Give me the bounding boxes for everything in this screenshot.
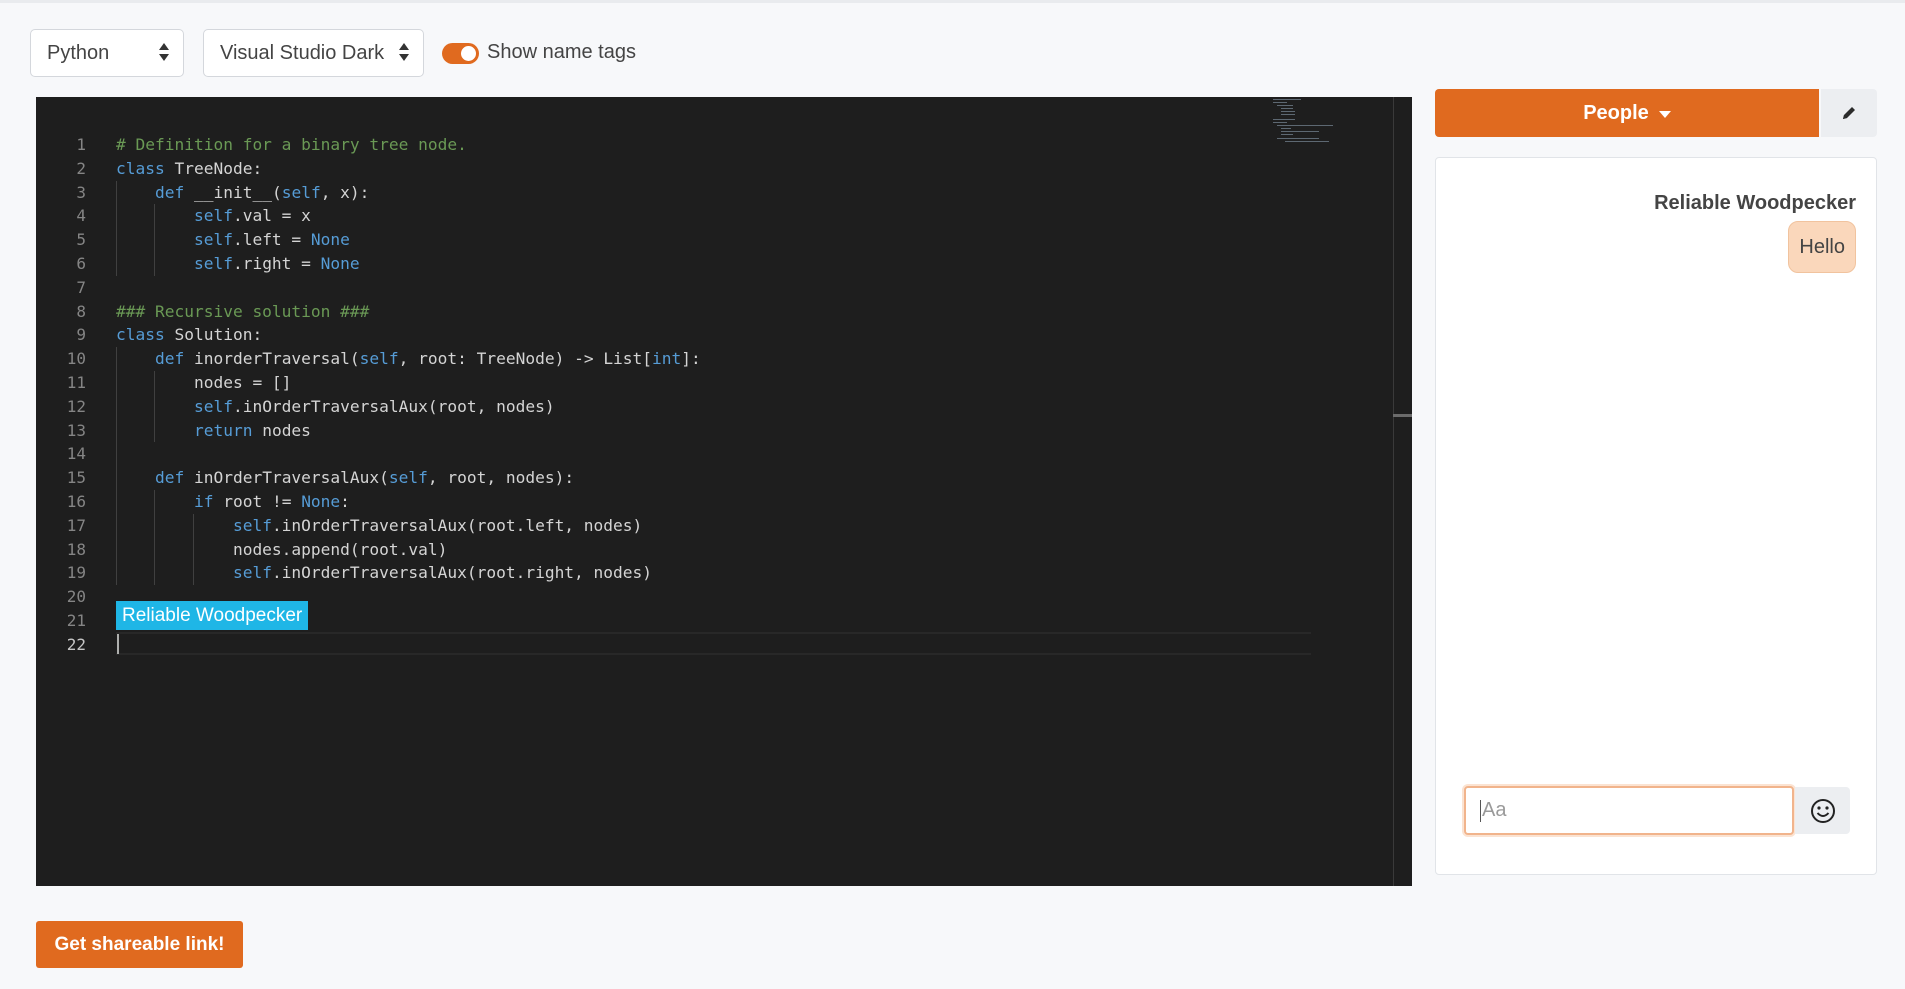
line-number: 5 [76, 230, 86, 250]
text-cursor [117, 634, 119, 654]
line-number: 15 [66, 468, 86, 488]
chat-message-bubble: Hello [1788, 221, 1856, 273]
code-line: # Definition for a binary tree node. [116, 135, 467, 154]
line-number: 21 [66, 610, 86, 630]
toggle-knob [461, 46, 476, 61]
line-number: 10 [66, 349, 86, 369]
chat-panel: Reliable Woodpecker Hello [1435, 157, 1877, 875]
line-number: 13 [66, 420, 86, 440]
pencil-icon [1843, 107, 1855, 119]
code-line: if root != None: [116, 489, 1306, 514]
language-select[interactable]: Python [30, 29, 184, 77]
code-line: nodes.append(root.val) [116, 537, 1306, 562]
code-line: self.inOrderTraversalAux(root, nodes) [116, 394, 1306, 419]
vertical-scrollbar[interactable] [1393, 97, 1394, 886]
theme-select[interactable]: Visual Studio Dark [203, 29, 424, 77]
line-number: 4 [76, 206, 86, 226]
code-editor[interactable]: 1 2 3 4 5 6 7 8 9 10 11 12 13 14 15 16 1… [36, 97, 1412, 886]
code-line: self.left = None [116, 228, 1306, 252]
line-number: 12 [66, 396, 86, 416]
people-dropdown-button[interactable]: People [1435, 89, 1819, 137]
code-line: def inOrderTraversalAux(self, root, node… [116, 466, 1306, 490]
code-line: self.inOrderTraversalAux(root.right, nod… [116, 561, 1306, 586]
code-line: class TreeNode: [116, 158, 263, 178]
line-number: 16 [66, 491, 86, 511]
people-button-label: People [1583, 101, 1649, 124]
line-number: 19 [66, 563, 86, 583]
code-line: def inorderTraversal(self, root: TreeNod… [116, 347, 1306, 371]
minimap[interactable] [1273, 97, 1343, 143]
edit-name-button[interactable] [1821, 89, 1877, 137]
show-name-tags-label: Show name tags [487, 41, 636, 63]
line-number: 6 [76, 253, 86, 273]
line-number: 17 [66, 515, 86, 535]
theme-select-value: Visual Studio Dark [220, 41, 385, 64]
caret-down-icon [1658, 110, 1671, 118]
line-number: 20 [66, 587, 86, 607]
line-number: 11 [66, 372, 86, 392]
language-select-value: Python [47, 41, 110, 64]
select-arrows-icon [159, 43, 169, 63]
line-number: 7 [76, 277, 86, 297]
line-number: 14 [66, 444, 86, 464]
emoji-picker-button[interactable] [1795, 787, 1850, 834]
code-line: def __init__(self, x): [116, 180, 1306, 205]
code-line: class Solution: [116, 325, 263, 345]
smiley-icon [1810, 798, 1835, 823]
line-number: 2 [76, 158, 86, 178]
code-line: return nodes [116, 418, 1306, 443]
collaborator-name-tag: Reliable Woodpecker [116, 601, 309, 630]
code-line: nodes = [] [116, 370, 1306, 395]
chat-message-author: Reliable Woodpecker [1654, 192, 1856, 214]
line-number: 8 [76, 301, 86, 321]
show-name-tags-toggle[interactable] [442, 43, 479, 64]
chat-input-placeholder: Aa [1482, 799, 1507, 821]
code-line: ### Recursive solution ### [116, 301, 370, 321]
line-number: 22 [66, 634, 86, 654]
code-line: self.val = x [116, 204, 1306, 229]
input-caret [1480, 799, 1481, 822]
line-number: 1 [76, 135, 86, 154]
code-line: self.right = None [116, 251, 1306, 276]
select-arrows-icon [399, 43, 409, 63]
chat-message-input[interactable]: Aa [1464, 786, 1794, 835]
line-number: 9 [76, 325, 86, 345]
line-number: 18 [66, 539, 86, 559]
get-shareable-link-button[interactable]: Get shareable link! [36, 921, 243, 968]
code-line: self.inOrderTraversalAux(root.left, node… [116, 513, 1306, 538]
line-number: 3 [76, 182, 86, 202]
scrollbar-position-marker [1393, 414, 1412, 417]
code-lines[interactable]: # Definition for a binary tree node. cla… [116, 133, 1306, 657]
code-line [116, 442, 1306, 467]
line-number-gutter: 1 2 3 4 5 6 7 8 9 10 11 12 13 14 15 16 1… [36, 133, 86, 657]
top-border [0, 0, 1905, 3]
